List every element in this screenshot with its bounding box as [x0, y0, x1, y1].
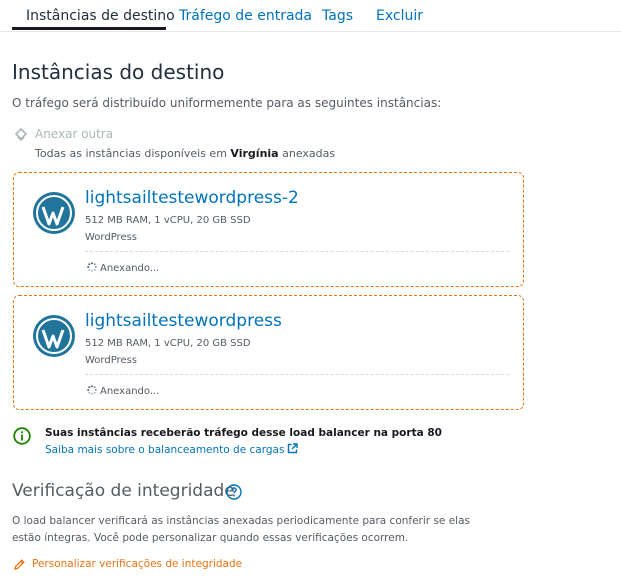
- learn-more-link[interactable]: Saiba mais sobre o balanceamento de carg…: [45, 443, 299, 456]
- active-tab-indicator: [12, 27, 166, 30]
- instance-name-link[interactable]: lightsailtestewordpress: [85, 311, 282, 331]
- edit-pencil-icon: [14, 559, 25, 570]
- instance-specs: 512 MB RAM, 1 vCPU, 20 GB SSD: [85, 215, 251, 226]
- tab-delete[interactable]: Excluir: [376, 8, 423, 24]
- external-link-icon: [288, 443, 299, 454]
- section-title: Instâncias do destino: [12, 60, 225, 84]
- loading-spinner-icon: [87, 262, 97, 272]
- instance-status: Anexando...: [87, 262, 159, 274]
- health-check-description: O load balancer verificará as instâncias…: [12, 515, 471, 544]
- help-icon[interactable]: [226, 484, 242, 500]
- wordpress-logo-icon: [33, 315, 75, 357]
- health-check-title: Verificação de integridade: [12, 481, 235, 501]
- attach-icon: [14, 128, 28, 142]
- tab-tags[interactable]: Tags: [322, 8, 353, 24]
- instance-status-label: Anexando...: [100, 386, 160, 397]
- instance-blueprint: WordPress: [85, 355, 138, 366]
- instance-name-link[interactable]: lightsailtestewordpress-2: [85, 188, 299, 208]
- tab-target-instances[interactable]: Instâncias de destino: [26, 8, 175, 24]
- all-attached-note: Todas as instâncias disponíveis em Virgí…: [35, 147, 335, 160]
- tab-inbound-traffic[interactable]: Tráfego de entrada: [179, 8, 312, 24]
- all-attached-suffix: anexadas: [282, 147, 336, 160]
- tab-bar: Instâncias de destino Tráfego de entrada…: [0, 0, 621, 32]
- all-attached-prefix: Todas as instâncias disponíveis em: [35, 147, 227, 160]
- wordpress-logo-icon: [33, 192, 75, 234]
- attach-another-label: Anexar outra: [35, 127, 114, 141]
- info-icon: [13, 427, 31, 445]
- region-name: Virgínia: [230, 147, 279, 160]
- customize-health-checks-label: Personalizar verificações de integridade: [32, 558, 243, 570]
- instance-specs: 512 MB RAM, 1 vCPU, 20 GB SSD: [85, 338, 251, 349]
- card-divider: [85, 251, 509, 252]
- learn-more-label: Saiba mais sobre o balanceamento de carg…: [45, 444, 285, 456]
- instance-blueprint: WordPress: [85, 232, 138, 243]
- instance-card: lightsailtestewordpress-2 512 MB RAM, 1 …: [13, 172, 524, 287]
- instance-status-label: Anexando...: [100, 263, 160, 274]
- card-divider: [85, 374, 509, 375]
- loading-spinner-icon: [87, 385, 97, 395]
- section-description: O tráfego será distribuído uniformemente…: [12, 96, 442, 110]
- instance-card: lightsailtestewordpress 512 MB RAM, 1 vC…: [13, 295, 524, 410]
- instance-status: Anexando...: [87, 385, 159, 397]
- info-title: Suas instâncias receberão tráfego desse …: [45, 427, 442, 439]
